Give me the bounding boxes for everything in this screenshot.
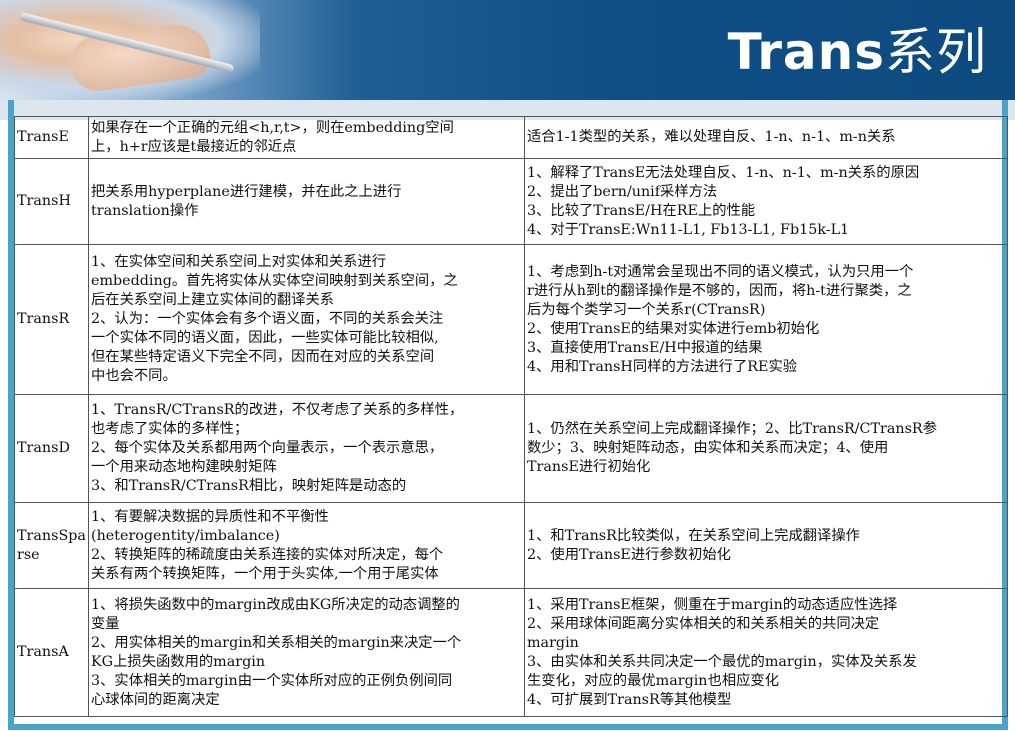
- model-description: 把关系用hyperplane进行建模，并在此之上进行 translation操作: [88, 158, 525, 245]
- model-notes: 1、采用TransE框架，侧重在于margin的动态适应性选择 2、采用球体间距离…: [524, 588, 1008, 717]
- page-title: Trans系列: [728, 12, 987, 84]
- table-row: TransH 把关系用hyperplane进行建模，并在此之上进行 transla…: [14, 158, 1008, 245]
- table-row: TransR 1、在实体空间和关系空间上对实体和关系进行 embedding。首先…: [14, 244, 1008, 395]
- model-notes: 1、和TransR比较类似，在关系空间上完成翻译操作 2、使用TransE进行参数…: [524, 502, 1008, 589]
- model-description: 1、有要解决数据的异质性和不平衡性 (heterogentity/imbalanc…: [88, 502, 525, 589]
- trans-models-table: TransE 如果存在一个正确的元组<h,r,t>，则在embedding空间上…: [14, 116, 1008, 717]
- table-row: TransD 1、TransR/CTransR的改进，不仅考虑了关系的多样性，也…: [14, 394, 1008, 503]
- model-name: TransA: [14, 588, 89, 717]
- model-name: TransE: [14, 116, 89, 159]
- model-notes: 1、考虑到h-t对通常会呈现出不同的语义模式，认为只用一个 r进行从h到t的翻译操…: [524, 244, 1008, 395]
- model-notes: 1、解释了TransE无法处理自反、1-n、n-1、m-n关系的原因 2、提出了b…: [524, 158, 1008, 245]
- hand-with-pen-image: [0, 0, 260, 100]
- title-cn: 系列: [885, 23, 987, 81]
- table-row: TransSpa rse 1、有要解决数据的异质性和不平衡性 (heterogent…: [14, 502, 1008, 589]
- model-name: TransD: [14, 394, 89, 503]
- model-notes: 适合1-1类型的关系，难以处理自反、1-n、n-1、m-n关系: [524, 116, 1008, 159]
- model-name: TransH: [14, 158, 89, 245]
- model-description: 1、将损失函数中的margin改成由KG所决定的动态调整的 变量 2、用实体相关的m…: [88, 588, 525, 717]
- model-name: TransR: [14, 244, 89, 395]
- model-name: TransSpa rse: [14, 502, 89, 589]
- model-description: 1、TransR/CTransR的改进，不仅考虑了关系的多样性， 也考虑了实体的多…: [88, 394, 525, 503]
- model-description: 1、在实体空间和关系空间上对实体和关系进行 embedding。首先将实体从实体空…: [88, 244, 525, 395]
- model-notes: 1、仍然在关系空间上完成翻译操作；2、比TransR/CTransR参 数少；3、…: [524, 394, 1008, 503]
- header-banner: Trans系列: [0, 0, 1015, 100]
- model-description: 如果存在一个正确的元组<h,r,t>，则在embedding空间 上，h+r应该是…: [88, 116, 525, 159]
- table-row: TransA 1、将损失函数中的margin改成由KG所决定的动态调整的 变量 2、…: [14, 588, 1008, 717]
- title-latin: Trans: [727, 23, 885, 81]
- table-row: TransE 如果存在一个正确的元组<h,r,t>，则在embedding空间上…: [14, 116, 1008, 159]
